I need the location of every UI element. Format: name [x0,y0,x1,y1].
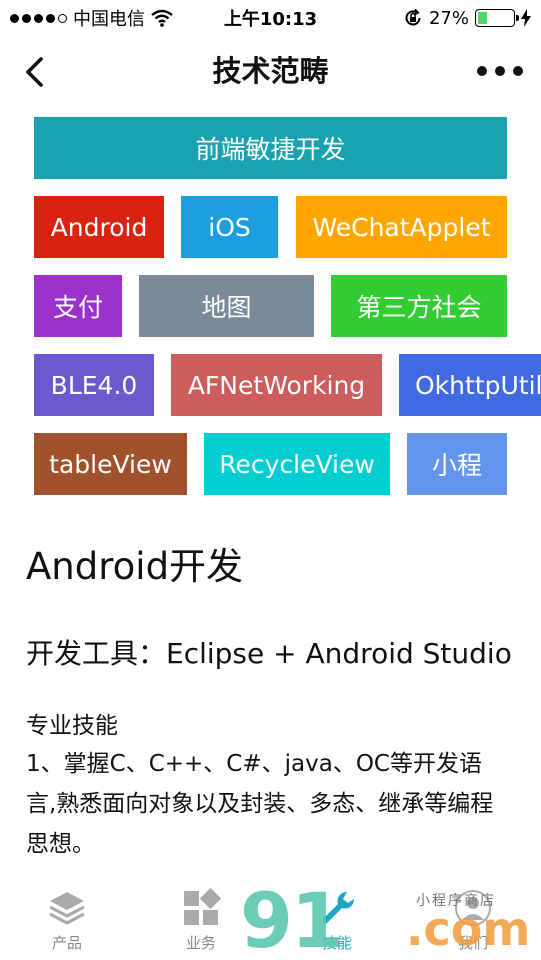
wrench-icon [322,891,355,924]
tag-tableview[interactable]: tableView [34,433,187,495]
tag-frontend-agile[interactable]: 前端敏捷开发 [34,117,507,179]
tag-ble[interactable]: BLE4.0 [34,354,154,416]
more-options-button[interactable] [477,58,523,84]
tag-mini-program[interactable]: 小程 [407,433,507,495]
more-dot [495,66,505,76]
tag-label: 前端敏捷开发 [195,135,346,164]
tag-wechat-applet[interactable]: WeChatApplet [296,196,507,258]
tag-label: OkhttpUtils [415,370,541,400]
tag-map[interactable]: 地图 [139,275,314,337]
status-right: 27% [403,0,531,36]
tag-label: 小程 [431,451,482,480]
rotation-lock-icon [405,8,421,26]
user-icon [455,890,491,926]
tab-about-us[interactable]: 我们 [433,888,513,960]
tab-business[interactable]: 业务 [161,888,241,960]
tab-products[interactable]: 产品 [27,888,107,960]
tag-label: AFNetWorking [187,370,366,400]
battery-percent: 27% [428,7,469,29]
dev-tools-text: 开发工具：Eclipse + Android Studio [26,637,512,670]
tag-label: tableView [49,449,172,479]
tag-label: WeChatApplet [312,212,491,242]
layers-icon [49,892,85,925]
tag-payment[interactable]: 支付 [34,275,122,337]
tag-label: Android [50,212,148,242]
tab-bar: 产品 业务 技能 我们 [0,880,541,960]
charging-bolt-icon [521,9,531,27]
battery-icon [475,9,519,27]
status-bar: 中国电信 上午10:13 27% [0,0,541,36]
tag-label: iOS [208,212,251,242]
skills-text: 1、掌握C、C++、C#、java、OC等开发语言,熟悉面向对象以及封装、多态、… [26,751,494,857]
tag-label: BLE4.0 [50,370,138,400]
tag-ios[interactable]: iOS [181,196,278,258]
tag-android[interactable]: Android [34,196,164,258]
more-dot [477,66,487,76]
tag-recycleview[interactable]: RecycleView [204,433,390,495]
tab-label: 业务 [185,934,216,952]
page-title: 技术范畴 [212,54,329,88]
tag-afnetworking[interactable]: AFNetWorking [171,354,382,416]
more-dot [513,66,523,76]
tag-okhttputils[interactable]: OkhttpUtils [399,354,541,416]
tag-label: 地图 [201,293,252,322]
tab-skills[interactable]: 技能 [297,888,377,960]
navigation-bar: 技术范畴 [0,36,541,106]
tab-label: 我们 [457,934,488,952]
tab-label: 产品 [51,934,82,952]
tag-third-party-social[interactable]: 第三方社会 [331,275,507,337]
tag-label: 支付 [52,293,103,322]
section-title: Android开发 [26,545,244,588]
skills-heading: 专业技能 [26,713,118,739]
tag-label: RecycleView [219,449,375,479]
tag-label: 第三方社会 [356,293,482,322]
tab-label: 技能 [321,934,352,952]
grid-icon [184,888,221,925]
